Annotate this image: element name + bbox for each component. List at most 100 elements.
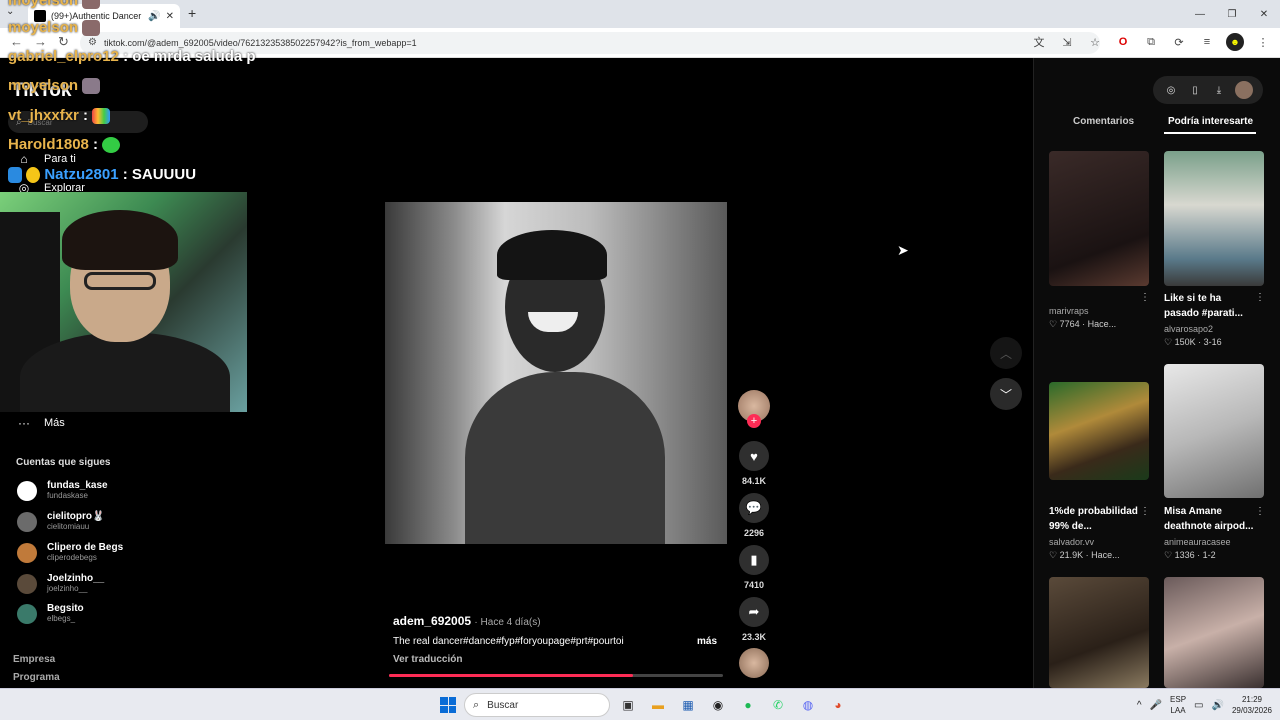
author-name[interactable]: adem_692005 <box>393 614 471 628</box>
taskbar-search-label: Buscar <box>487 699 519 711</box>
card-options-icon[interactable]: ⋮ <box>1255 292 1265 303</box>
sync-icon[interactable]: ⟳ <box>1170 33 1188 51</box>
card-options-icon[interactable]: ⋮ <box>1255 506 1265 517</box>
dancer-body <box>465 372 665 544</box>
card-options-icon[interactable]: ⋮ <box>1140 292 1150 303</box>
profile-avatar[interactable]: ☻ <box>1226 33 1244 51</box>
media-icon[interactable]: ≡ <box>1198 33 1216 51</box>
card-user[interactable]: alvarosapo2 <box>1164 324 1213 334</box>
microphone-icon[interactable]: 🎤 <box>1150 700 1162 711</box>
video-thumbnail[interactable] <box>1049 577 1149 688</box>
card-user[interactable]: animeauracasee <box>1164 537 1231 547</box>
follow-plus-icon[interactable]: + <box>747 414 761 428</box>
save-button[interactable]: ▮ <box>739 545 769 575</box>
chat-message: : <box>93 136 99 153</box>
restore-icon[interactable]: ❐ <box>1216 0 1248 28</box>
video-progress-bar[interactable] <box>389 674 723 677</box>
clock[interactable]: 21:29 29/03/2026 <box>1232 694 1272 716</box>
account-handle: elbegs_ <box>47 614 76 623</box>
share-button[interactable]: ➦ <box>739 597 769 627</box>
close-window-icon[interactable]: ✕ <box>1248 0 1280 28</box>
card-title[interactable]: 1%de probabilidad 99% de... <box>1049 504 1141 534</box>
card-title[interactable]: Like si te ha pasado #parati... <box>1164 291 1256 321</box>
footer-link-programa[interactable]: Programa <box>13 672 60 683</box>
chrome-icon[interactable]: ◕ <box>828 695 848 715</box>
video-thumbnail[interactable] <box>1164 151 1264 286</box>
tab-podria-interesarte[interactable]: Podría interesarte <box>1168 116 1253 127</box>
card-user[interactable]: salvador.vv <box>1049 537 1094 547</box>
download-icon[interactable]: ⤓ <box>1211 85 1227 96</box>
close-tab-icon[interactable]: ✕ <box>166 11 174 22</box>
chevron-up-icon[interactable]: ^ <box>1137 700 1142 711</box>
video-author[interactable]: adem_692005 · Hace 4 día(s) <box>393 614 541 628</box>
back-icon[interactable]: ← <box>10 34 23 49</box>
store-icon[interactable]: ▦ <box>678 695 698 715</box>
user-avatar[interactable] <box>1235 81 1253 99</box>
obs-icon[interactable]: ◉ <box>708 695 728 715</box>
video-player[interactable] <box>385 202 727 544</box>
card-options-icon[interactable]: ⋮ <box>1140 506 1150 517</box>
following-account[interactable]: cielitopro🐰 cielitomiauu <box>17 511 104 532</box>
compass-icon[interactable]: ◎ <box>1163 85 1179 96</box>
install-icon[interactable]: ⇲ <box>1058 33 1076 51</box>
account-name: Begsito <box>47 603 84 614</box>
account-handle: fundaskase <box>47 491 88 500</box>
chat-user: moyelson <box>8 0 79 9</box>
audio-icon[interactable]: 🔊 <box>148 11 160 22</box>
forward-icon[interactable]: → <box>34 34 47 49</box>
language-indicator[interactable]: ESP LAA <box>1170 694 1186 716</box>
video-thumbnail[interactable] <box>1049 151 1149 286</box>
following-account[interactable]: Clipero de Begs cliperodebegs <box>17 542 123 563</box>
menu-icon[interactable]: ⋮ <box>1254 33 1272 51</box>
opera-icon[interactable]: O <box>1114 33 1132 51</box>
network-icon[interactable]: ▭ <box>1194 700 1203 711</box>
whatsapp-icon[interactable]: ✆ <box>768 695 788 715</box>
spotify-icon[interactable]: ● <box>738 695 758 715</box>
comment-button[interactable]: 💬 <box>739 493 769 523</box>
heart-icon: ♥ <box>750 448 758 464</box>
card-date: 3-16 <box>1203 337 1222 347</box>
minimize-icon[interactable]: — <box>1184 0 1216 28</box>
tab-comentarios[interactable]: Comentarios <box>1073 116 1134 127</box>
new-tab-button[interactable]: + <box>188 5 196 21</box>
task-view-icon[interactable]: ▣ <box>618 695 638 715</box>
site-info-icon[interactable]: ⚙ <box>88 37 97 48</box>
sidebar-item-mas[interactable]: ··· Más <box>16 416 65 430</box>
search-icon: ⌕ <box>473 698 480 711</box>
video-thumbnail[interactable] <box>1049 382 1149 480</box>
emote-icon <box>82 0 101 10</box>
sidebar-item-para-ti[interactable]: ⌂ Para ti <box>16 152 75 166</box>
discord-icon[interactable]: ◍ <box>798 695 818 715</box>
previous-video-button[interactable]: ︿ <box>990 337 1022 369</box>
like-count: 84.1K <box>741 476 767 486</box>
taskbar-search[interactable]: ⌕ Buscar <box>464 693 610 717</box>
translate-icon[interactable]: 文 <box>1030 33 1048 51</box>
bookmark-star-icon[interactable]: ☆ <box>1086 33 1104 51</box>
card-date: Hace... <box>1091 550 1120 560</box>
next-video-button[interactable]: ﹀ <box>990 378 1022 410</box>
rainbow-emote-icon <box>92 108 111 125</box>
following-account[interactable]: Joelzinho__ joelzinho__ <box>17 573 104 594</box>
following-account[interactable]: Begsito elbegs_ <box>17 603 84 624</box>
like-button[interactable]: ♥ <box>739 441 769 471</box>
phone-icon[interactable]: ▯ <box>1187 85 1203 96</box>
video-thumbnail[interactable] <box>1164 364 1264 498</box>
volume-icon[interactable]: 🔊 <box>1212 700 1224 711</box>
following-account[interactable]: fundas_kase fundaskase <box>17 480 108 501</box>
more-link[interactable]: más <box>697 636 717 647</box>
chat-user: moyelson <box>8 19 79 36</box>
card-user[interactable]: marivraps <box>1049 306 1089 316</box>
windows-start-icon[interactable] <box>440 697 456 713</box>
translate-link[interactable]: Ver traducción <box>393 654 462 665</box>
dancer-cap <box>497 230 607 280</box>
file-explorer-icon[interactable]: ▬ <box>648 695 668 715</box>
video-thumbnail[interactable] <box>1164 577 1264 688</box>
system-tray: ^ 🎤 ESP LAA ▭ 🔊 21:29 29/03/2026 <box>1137 689 1280 720</box>
music-disc[interactable] <box>739 648 769 678</box>
avatar <box>17 542 37 563</box>
share-count: 23.3K <box>741 632 767 642</box>
extensions-icon[interactable]: ⧉ <box>1142 33 1160 51</box>
footer-link-empresa[interactable]: Empresa <box>13 654 55 665</box>
card-title[interactable]: Misa Amane deathnote airpod... <box>1164 504 1256 534</box>
save-count: 7410 <box>743 580 765 590</box>
